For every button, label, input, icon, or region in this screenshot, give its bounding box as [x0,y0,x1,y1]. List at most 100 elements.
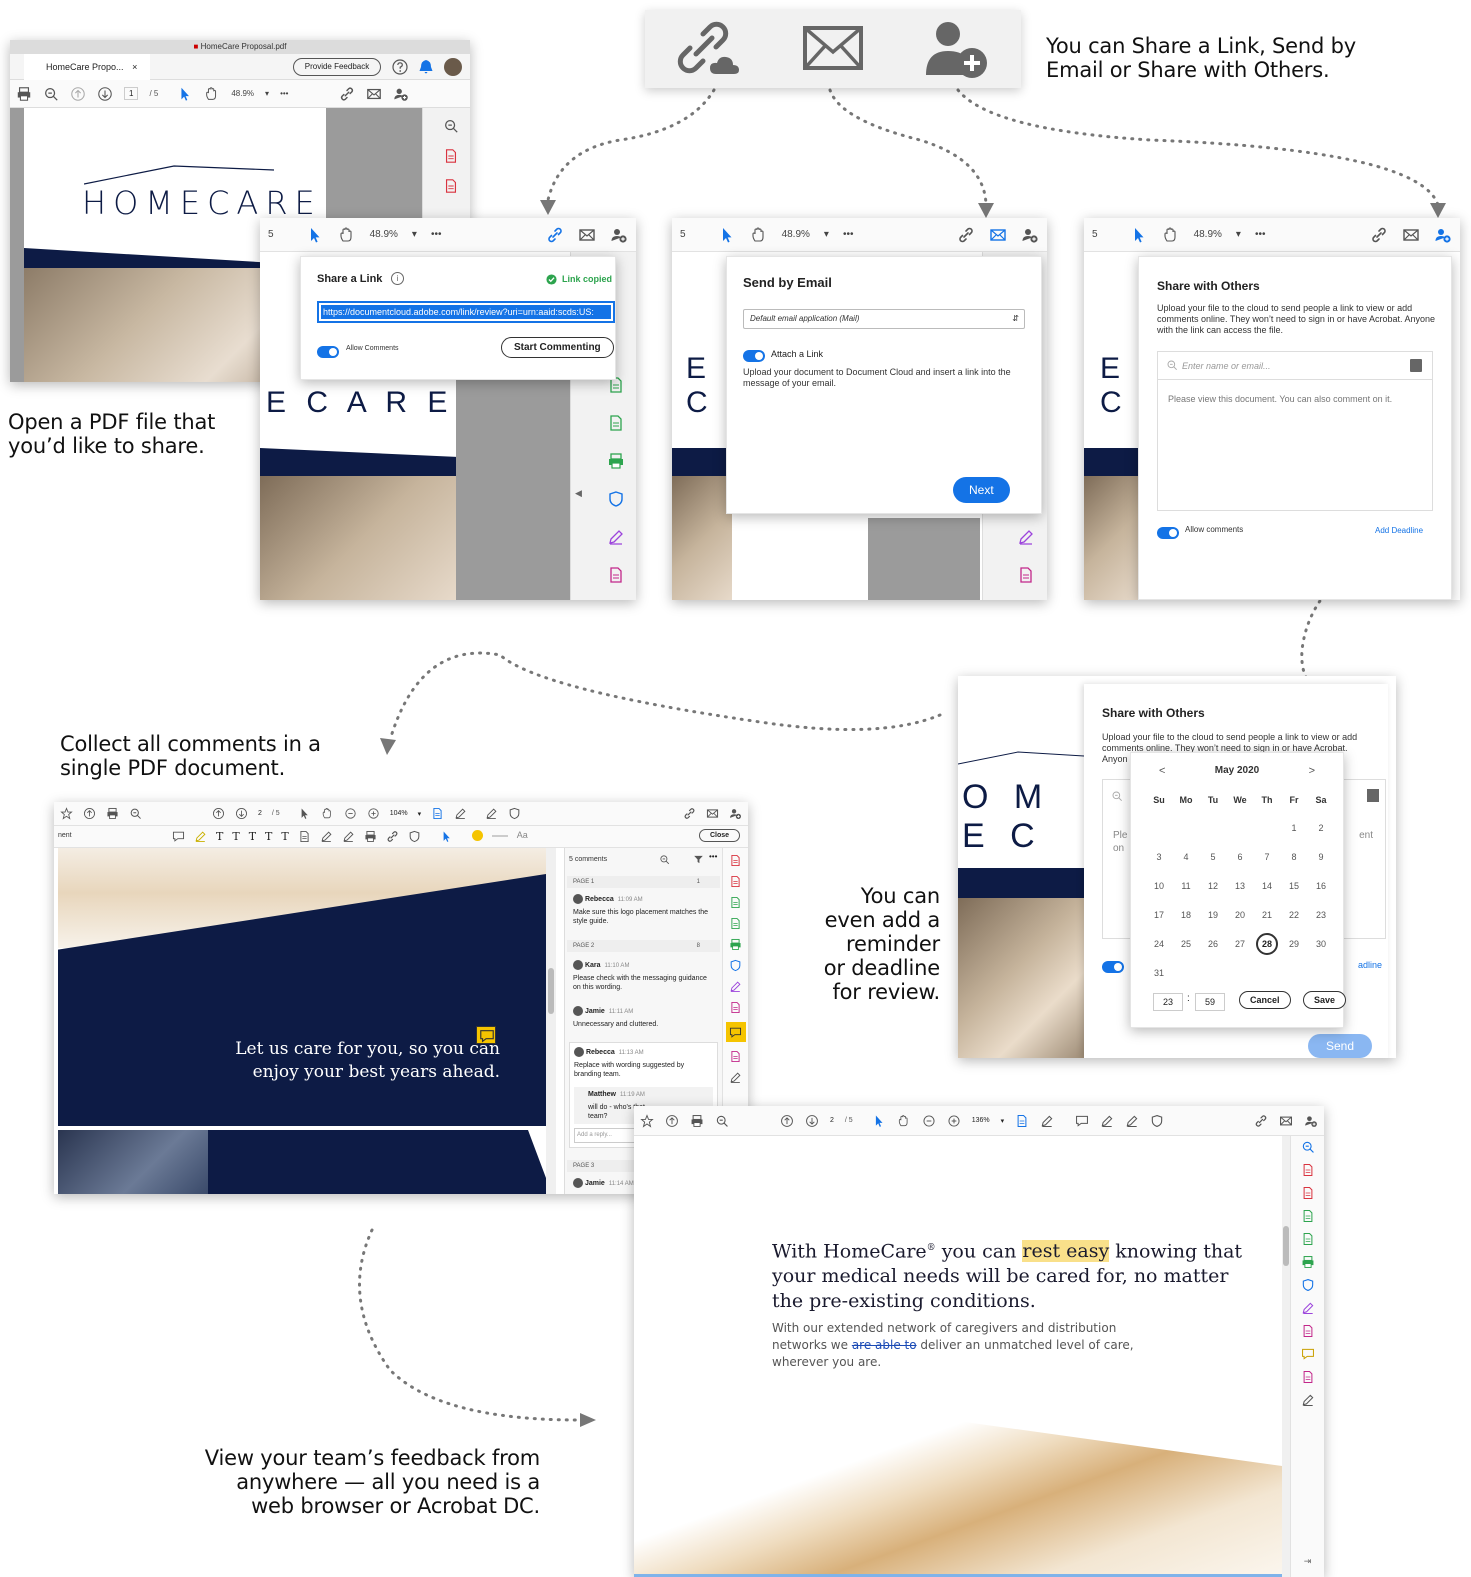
hand-tool-icon[interactable] [897,1114,911,1128]
email-icon[interactable] [366,86,382,102]
calendar-day[interactable]: 14 [1257,881,1277,891]
stamp-tool-icon[interactable] [364,830,377,843]
star-icon[interactable] [60,807,73,820]
previous-page-icon[interactable] [70,86,86,102]
calendar-day[interactable]: 5 [1203,852,1223,862]
previous-page-icon[interactable] [780,1114,794,1128]
organize-pages-icon[interactable] [443,178,459,194]
previous-page-icon[interactable] [212,807,225,820]
zoom-level[interactable]: 48.9% [782,229,810,240]
sign-icon[interactable] [1125,1114,1139,1128]
text-underline-icon[interactable]: T [216,830,223,843]
zoom-dropdown-icon[interactable]: ▾ [1001,1117,1005,1125]
edit-pdf-icon[interactable] [607,566,625,584]
comment-icon[interactable] [1075,1114,1089,1128]
edit-icon[interactable] [729,1001,742,1014]
compress-icon[interactable] [729,917,742,930]
email-icon[interactable] [1279,1114,1293,1128]
highlighted-text[interactable]: rest easy [1022,1240,1110,1263]
zoom-icon[interactable] [129,807,142,820]
calendar-day[interactable]: 17 [1149,910,1169,920]
search-icon[interactable] [659,854,670,865]
more-tools-icon[interactable]: ••• [431,229,442,240]
calendar-day[interactable]: 24 [1149,939,1169,949]
close-button[interactable]: Close [698,829,740,842]
share-link-icon[interactable] [1254,1114,1268,1128]
hour-input[interactable]: 23 [1153,993,1183,1011]
edit-icon[interactable] [1301,1324,1315,1338]
address-book-icon[interactable] [1410,359,1422,372]
email-app-select[interactable]: Default email application (Mail) ⇵ [743,309,1025,329]
attach-icon[interactable] [386,830,399,843]
fill-sign-icon[interactable] [1017,528,1035,546]
protect-icon[interactable] [1301,1278,1315,1292]
address-book-icon[interactable] [1367,789,1379,802]
zoom-out-icon[interactable] [43,86,59,102]
highlight-tool-icon[interactable] [454,807,467,820]
stamp-icon[interactable] [1150,1114,1164,1128]
calendar-day[interactable]: 27 [1230,939,1250,949]
highlight-tool-icon[interactable] [1040,1114,1054,1128]
upload-icon[interactable] [665,1114,679,1128]
select-tool-icon[interactable] [1130,226,1148,244]
scan-icon[interactable] [607,452,625,470]
calendar-day[interactable]: 16 [1311,881,1331,891]
comment-tool-icon[interactable] [1301,1347,1315,1361]
compress-icon[interactable] [1301,1232,1315,1246]
calendar-day[interactable]: 23 [1311,910,1331,920]
calendar-day[interactable]: 15 [1284,881,1304,891]
next-page-icon[interactable] [235,807,248,820]
text-replace-icon[interactable]: T [249,830,256,843]
scan-icon[interactable] [1301,1255,1315,1269]
page-number-input[interactable]: 1 [124,87,139,100]
zoom-level[interactable]: 48.9% [1194,229,1222,240]
print-icon[interactable] [106,807,119,820]
hand-tool-icon[interactable] [338,226,356,244]
print-icon[interactable] [690,1114,704,1128]
notifications-icon[interactable] [417,58,435,76]
calendar-day[interactable]: 2 [1311,823,1331,833]
scrollbar[interactable] [546,848,556,1194]
zoom-dropdown-icon[interactable]: ▾ [412,229,417,240]
recipient-input[interactable]: Enter name or email... [1158,352,1432,380]
calendar-day[interactable]: 13 [1230,881,1250,891]
scan-icon[interactable] [729,938,742,951]
fill-sign-icon[interactable] [1301,1301,1315,1315]
email-icon[interactable] [801,24,865,74]
calendar-day[interactable]: 25 [1176,939,1196,949]
fill-sign-icon[interactable] [729,980,742,993]
save-button[interactable]: Save [1303,991,1347,1009]
comment-item[interactable]: Rebecca 11:09 AM Make sure this logo plac… [573,894,714,926]
email-icon[interactable] [989,226,1007,244]
more-options-icon[interactable]: ••• [709,852,717,861]
allow-comments-toggle[interactable] [317,343,339,361]
zoom-tool-icon[interactable] [1301,1140,1315,1154]
redact-icon[interactable] [1301,1370,1315,1384]
next-page-icon[interactable] [805,1114,819,1128]
text-box-icon[interactable] [298,830,311,843]
calendar-day[interactable]: 3 [1149,852,1169,862]
share-with-others-icon[interactable] [1021,226,1039,244]
expand-panel-icon[interactable]: ⇥ [1304,1556,1312,1567]
hand-tool-icon[interactable] [750,226,768,244]
cancel-button[interactable]: Cancel [1239,991,1291,1009]
page-number-input[interactable]: 2 [830,1117,834,1124]
help-icon[interactable] [391,58,409,76]
sticky-note-marker-icon[interactable] [476,1026,496,1044]
next-button[interactable]: Next [953,477,1010,503]
calendar-next-icon[interactable]: > [1309,765,1315,777]
export-icon[interactable] [1301,1209,1315,1223]
filter-icon[interactable] [693,854,704,865]
pin-icon[interactable] [440,830,453,843]
select-tool-icon[interactable] [872,1114,886,1128]
add-deadline-link[interactable]: Add Deadline [1375,526,1423,535]
page-header[interactable]: PAGE 28 [567,940,720,952]
comment-item[interactable]: Jamie 11:11 AM Unnecessary and cluttered. [573,1006,714,1029]
share-with-others-icon[interactable] [393,86,409,102]
protect-icon[interactable] [607,490,625,508]
zoom-in-icon[interactable] [367,807,380,820]
calendar-day-selected[interactable]: 28 [1256,933,1278,955]
protect-icon[interactable] [729,959,742,972]
hand-tool-icon[interactable] [204,86,220,102]
comment-tool-icon[interactable] [725,1022,746,1042]
